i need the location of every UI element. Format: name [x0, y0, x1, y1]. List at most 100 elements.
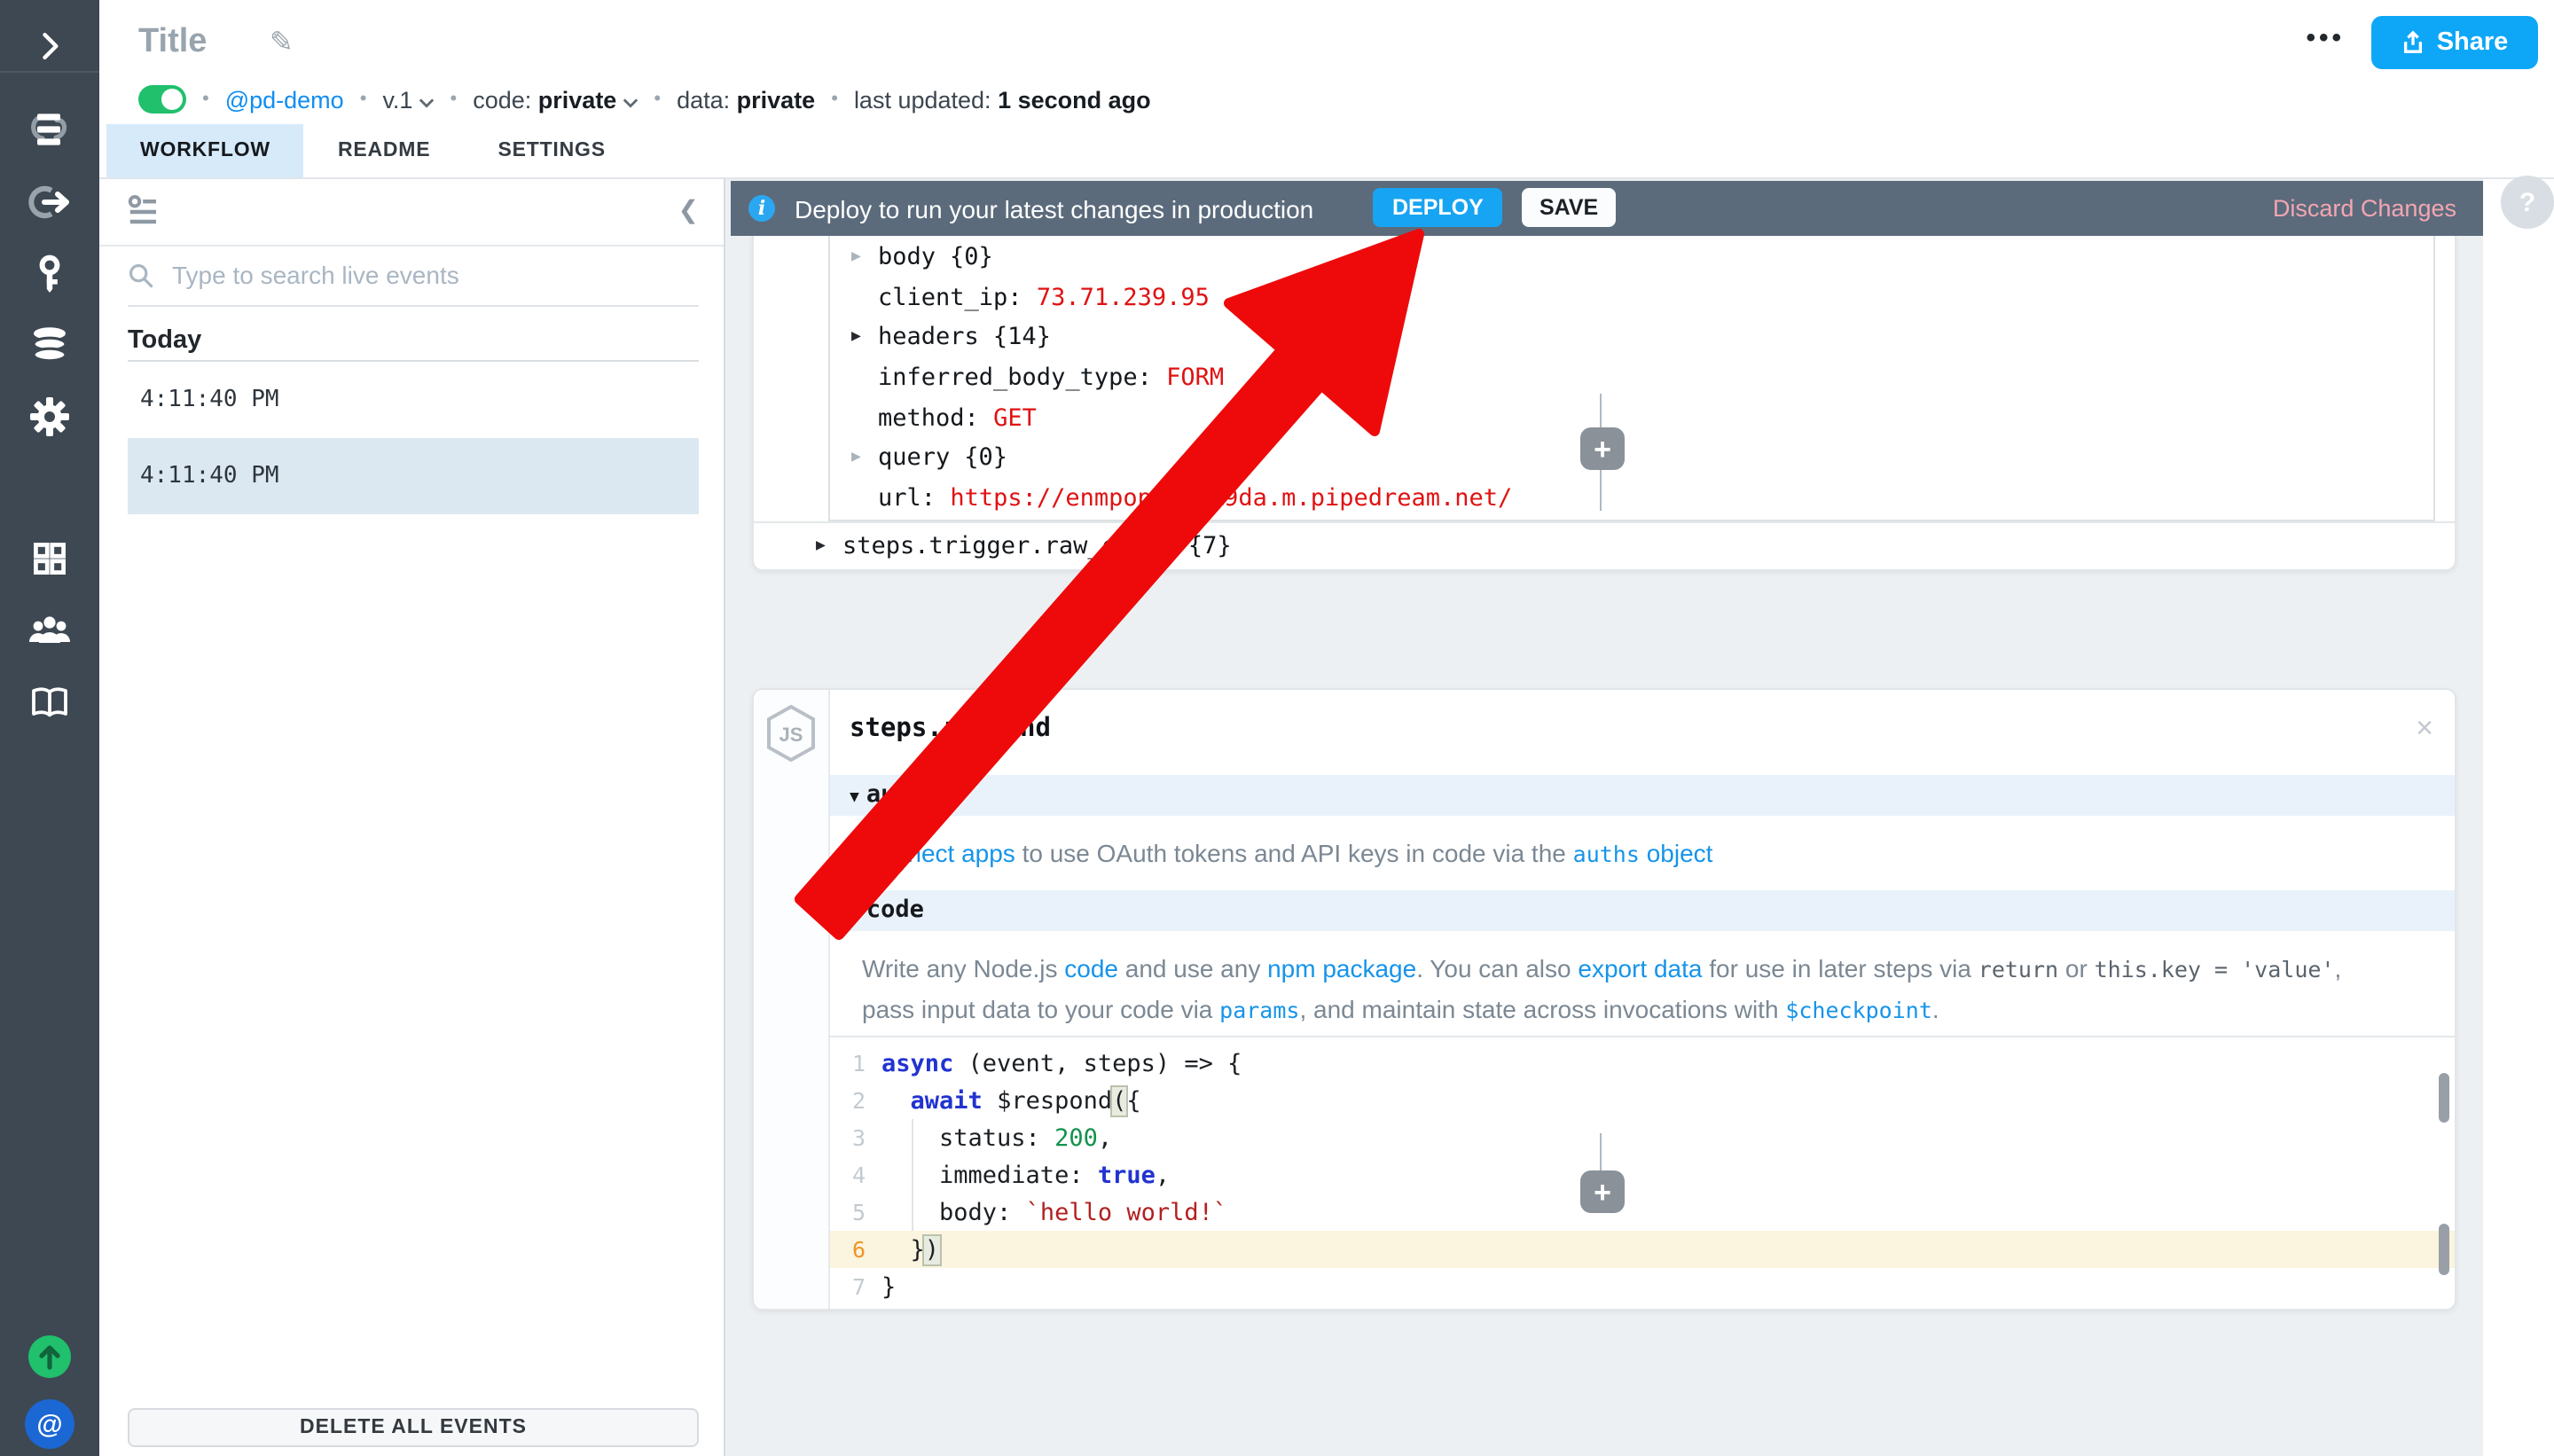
info-icon: i	[748, 195, 775, 222]
gear-icon	[30, 397, 69, 436]
code-description-line1: Write any Node.js code and use any npm p…	[862, 953, 2342, 982]
nodejs-icon: JS	[767, 703, 815, 762]
respond-step-card: JS steps.respond × ▼ auths Connect apps t…	[752, 687, 2456, 1311]
discard-changes-link[interactable]: Discard Changes	[2273, 195, 2456, 222]
code-line-active[interactable]: 6 })	[830, 1230, 2455, 1267]
tab-settings[interactable]: SETTINGS	[464, 124, 638, 177]
code-line[interactable]: 2 await $respond({	[830, 1081, 2455, 1118]
json-row-method: method: GET	[878, 403, 1037, 433]
deploy-button[interactable]: DEPLOY	[1373, 188, 1503, 227]
sidebar-item-sql[interactable]	[0, 312, 99, 376]
help-button[interactable]: ?	[2501, 176, 2554, 229]
code-section-header[interactable]: ▼ code	[830, 889, 2455, 930]
event-list-item[interactable]: 4:11:40 PM	[128, 362, 699, 438]
expand-arrow-icon[interactable]: ▶	[851, 439, 861, 479]
workflow-active-toggle[interactable]	[138, 85, 186, 114]
sidebar-item-event-sources[interactable]	[0, 170, 99, 234]
auths-object-link[interactable]: auths	[1573, 840, 1640, 866]
more-menu-button[interactable]: •••	[2306, 23, 2345, 53]
collapse-panel-icon[interactable]: ❮	[678, 195, 699, 225]
json-row-url: url: https://enmpopjygqk9da.m.pipedream.…	[878, 484, 1513, 513]
source-out-icon	[28, 185, 69, 219]
events-panel-header: ❮	[99, 177, 724, 247]
sidebar-item-keys[interactable]	[0, 243, 99, 307]
separator-dot: •	[359, 89, 367, 110]
checkpoint-link[interactable]: $checkpoint	[1785, 996, 1932, 1022]
sidebar-upgrade-button[interactable]	[0, 1334, 99, 1380]
separator-dot: •	[450, 89, 458, 110]
workflow-tabs: WORKFLOW README SETTINGS	[106, 124, 639, 177]
tab-readme[interactable]: README	[304, 124, 465, 177]
events-date-section: Today	[128, 326, 202, 355]
filter-events-icon[interactable]	[128, 195, 160, 225]
raw-event-row[interactable]: ▶ steps.trigger.raw_event {7}	[754, 521, 2455, 571]
expand-arrow-icon[interactable]: ▶	[816, 523, 826, 571]
indent-guide	[912, 1118, 913, 1230]
sidebar-item-community[interactable]	[0, 598, 99, 661]
edit-title-icon[interactable]: ✎	[270, 25, 294, 60]
code-description: Write any Node.js code and use any npm p…	[830, 932, 2455, 1051]
auths-object-link[interactable]: object	[1640, 838, 1713, 866]
event-list-item-selected[interactable]: 4:11:40 PM	[128, 438, 699, 514]
tab-workflow[interactable]: WORKFLOW	[106, 124, 304, 177]
json-row-inferred-body-type: inferred_body_type: FORM	[878, 364, 1225, 393]
chevron-down-icon	[623, 98, 638, 107]
save-button[interactable]: SAVE	[1522, 188, 1617, 227]
book-icon	[32, 687, 67, 717]
close-icon[interactable]: ×	[2416, 710, 2433, 746]
version-dropdown[interactable]: v.1	[382, 86, 434, 113]
last-updated-label: last updated: 1 second ago	[853, 86, 1151, 113]
sidebar-item-apps[interactable]	[0, 527, 99, 591]
step-gutter: JS	[754, 689, 830, 1309]
add-step-button[interactable]: +	[1580, 1170, 1625, 1213]
auths-section-header[interactable]: ▼ auths	[830, 774, 2455, 815]
json-row-query[interactable]: ▶ query {0}	[830, 439, 2433, 479]
svg-text:JS: JS	[780, 723, 803, 745]
editor-scrollbar-thumb[interactable]	[2439, 1072, 2449, 1122]
add-step-button[interactable]: +	[1580, 427, 1625, 470]
code-line[interactable]: 5 body: `hello world!`	[830, 1193, 2455, 1230]
avatar: @	[25, 1399, 74, 1449]
params-link[interactable]: params	[1219, 996, 1299, 1022]
sidebar-account-avatar[interactable]: @	[0, 1399, 99, 1449]
page-title: Title	[138, 23, 208, 60]
code-doc-link[interactable]: code	[1064, 953, 1118, 982]
share-button[interactable]: Share	[2371, 16, 2538, 69]
separator-dot: •	[831, 89, 838, 110]
expand-arrow-icon[interactable]: ▶	[851, 318, 861, 358]
sidebar-item-docs[interactable]	[0, 670, 99, 734]
delete-all-events-button[interactable]: DELETE ALL EVENTS	[128, 1408, 699, 1447]
deploy-banner-message: Deploy to run your latest changes in pro…	[795, 194, 1314, 223]
search-live-events-input[interactable]	[168, 259, 699, 291]
owner-link[interactable]: @pd-demo	[225, 86, 344, 113]
export-data-link[interactable]: export data	[1578, 953, 1702, 982]
sidebar-item-pipelines[interactable]	[0, 98, 99, 161]
event-search-row	[128, 245, 699, 307]
code-line[interactable]: 4 immediate: true,	[830, 1155, 2455, 1193]
code-visibility-dropdown[interactable]: code: private	[473, 86, 638, 113]
pipelines-icon	[31, 114, 67, 145]
pipedream-workflow-editor: @ Title ✎ Share ••• • @pd-demo • v.1 • c…	[0, 0, 2554, 1456]
json-row-headers[interactable]: ▶ headers {14}	[830, 318, 2433, 358]
data-visibility-label: data: private	[677, 86, 816, 113]
separator-dot: •	[654, 89, 662, 110]
chevron-down-icon	[419, 98, 434, 107]
npm-package-link[interactable]: npm package	[1267, 953, 1416, 982]
trigger-step-card: ▶ body {0} client_ip: 73.71.239.95 ▶ header…	[752, 236, 2456, 571]
json-row-client-ip: client_ip: 73.71.239.95	[878, 283, 1210, 312]
sidebar-expand-button[interactable]	[0, 14, 99, 78]
upgrade-arrow-icon	[28, 1335, 71, 1378]
collapse-arrow-icon: ▼	[850, 904, 859, 921]
code-line[interactable]: 7}	[830, 1267, 2455, 1304]
step-name[interactable]: steps.respond	[850, 714, 1051, 742]
json-row-body[interactable]: ▶ body {0}	[830, 238, 2433, 278]
code-line[interactable]: 3 status: 200,	[830, 1118, 2455, 1155]
expand-arrow-icon[interactable]: ▶	[851, 238, 861, 278]
auths-description: Connect apps to use OAuth tokens and API…	[830, 815, 2455, 891]
code-line[interactable]: 1 async (event, steps) => {	[830, 1044, 2455, 1081]
sidebar-item-settings[interactable]	[0, 385, 99, 449]
sidebar-divider	[0, 71, 99, 73]
connect-apps-link[interactable]: Connect apps	[862, 838, 1015, 866]
editor-scrollbar-thumb[interactable]	[2439, 1223, 2449, 1274]
code-editor[interactable]: 1 async (event, steps) => { 2 await $resp…	[830, 1035, 2455, 1309]
